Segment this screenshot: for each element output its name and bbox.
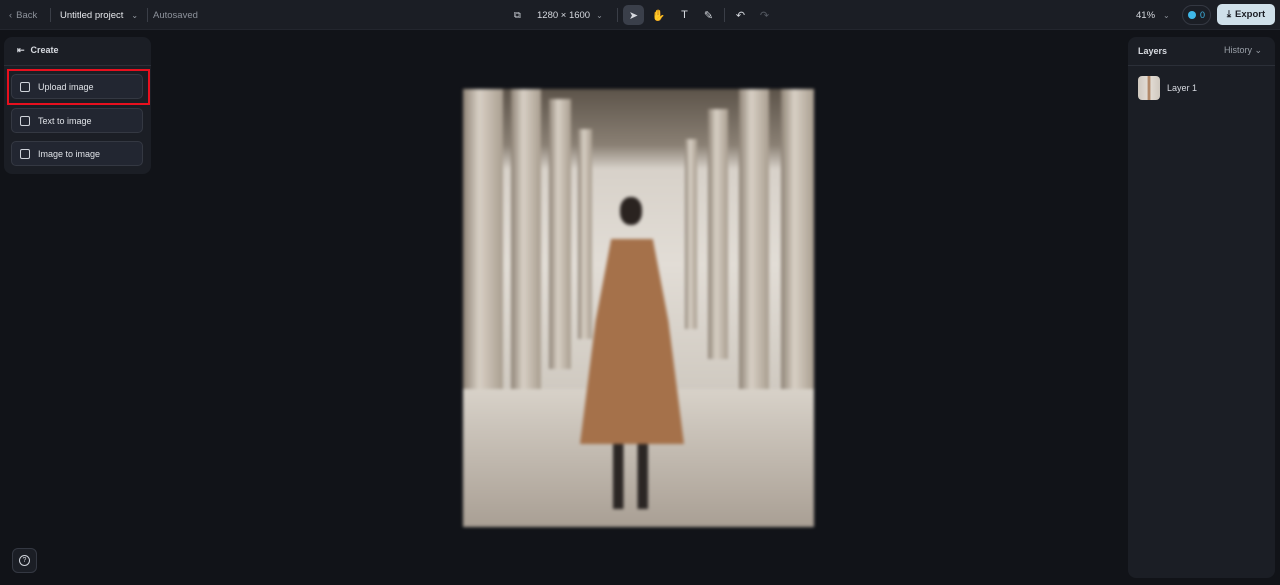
divider: [50, 8, 51, 22]
zoom-dropdown[interactable]: 41% ⌄: [1136, 0, 1170, 30]
canvas-size-dropdown[interactable]: 1280 × 1600 ⌄: [537, 0, 603, 30]
image-to-image-icon: [20, 148, 30, 159]
divider: [617, 8, 618, 22]
redo-icon[interactable]: ↷: [754, 5, 775, 25]
collapse-icon: ⇤: [17, 45, 25, 55]
select-tool-icon[interactable]: ➤: [623, 5, 644, 25]
project-name-dropdown[interactable]: Untitled project ⌄: [60, 0, 138, 30]
back-button[interactable]: ‹ Back: [9, 0, 37, 30]
chevron-down-icon: ⌄: [131, 10, 139, 20]
export-button[interactable]: ⤓ Export: [1217, 4, 1275, 25]
divider: [147, 8, 148, 22]
help-button[interactable]: ?: [12, 548, 37, 573]
brush-tool-icon[interactable]: ✎: [698, 5, 719, 25]
text-to-image-icon: [20, 115, 30, 126]
text-to-image-button[interactable]: Text to image: [11, 108, 143, 133]
canvas-image[interactable]: [463, 89, 814, 527]
text-tool-icon[interactable]: T: [674, 5, 695, 25]
layer-thumbnail: [1138, 76, 1160, 100]
upload-image-icon: [20, 81, 30, 92]
hand-tool-icon[interactable]: ✋: [648, 5, 669, 25]
credit-icon: [1187, 11, 1196, 19]
create-panel: ⇤ Create Upload image Text to image Image…: [4, 37, 151, 174]
create-header[interactable]: ⇤ Create: [17, 45, 59, 56]
chevron-down-icon: ⌄: [596, 10, 603, 20]
autosave-status: Autosaved: [153, 9, 198, 21]
divider: [4, 65, 151, 66]
divider: [1128, 65, 1275, 66]
layer-item[interactable]: Layer 1: [1138, 76, 1268, 100]
download-icon: ⤓: [1226, 9, 1232, 20]
image-to-image-button[interactable]: Image to image: [11, 141, 143, 166]
layers-panel: Layers History ⌄ Layer 1: [1128, 37, 1275, 578]
history-dropdown[interactable]: History ⌄: [1224, 45, 1262, 56]
chevron-down-icon: ⌄: [1163, 10, 1170, 20]
undo-icon[interactable]: ↶: [730, 5, 751, 25]
help-icon: ?: [19, 555, 30, 566]
layers-title: Layers: [1138, 46, 1168, 56]
divider: [724, 8, 725, 22]
resize-icon[interactable]: ⧉: [514, 0, 521, 30]
top-bar: ‹ Back Untitled project ⌄ Autosaved ⧉ 1280…: [0, 0, 1280, 30]
chevron-down-icon: ⌄: [1254, 45, 1263, 55]
chevron-left-icon: ‹: [9, 9, 13, 21]
upload-image-button[interactable]: Upload image: [11, 74, 143, 99]
credits-badge[interactable]: 0: [1182, 5, 1211, 25]
